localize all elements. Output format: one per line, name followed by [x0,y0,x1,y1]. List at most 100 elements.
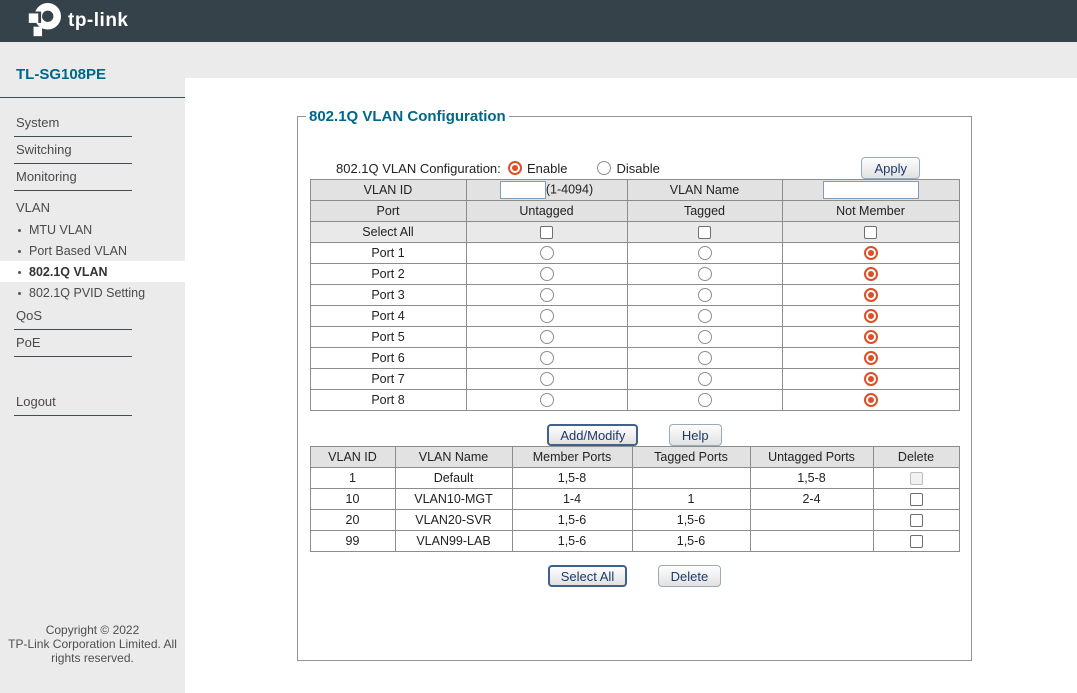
port-5-tagged-radio[interactable] [698,330,712,344]
port-untagged-cell [466,390,627,411]
port-untagged-cell [466,243,627,264]
vlan-config-panel: 802.1Q VLAN Configuration 802.1Q VLAN Co… [297,108,972,661]
sidebar-section-vlan: VLAN [0,191,185,219]
port-not-member-cell [782,306,959,327]
port-8-untagged-radio[interactable] [540,393,554,407]
vlan-untagged-cell: 1,5-8 [750,468,873,489]
delete-button[interactable]: Delete [658,565,722,587]
port-1-not-member-radio[interactable] [864,246,878,260]
vlan-name-cell: VLAN99-LAB [395,531,512,552]
port-1-tagged-radio[interactable] [698,246,712,260]
sidebar-item-switching[interactable]: Switching [0,137,185,158]
disable-option[interactable]: Disable [597,161,659,176]
port-6-untagged-radio[interactable] [540,351,554,365]
port-2-tagged-radio[interactable] [698,267,712,281]
port-8-tagged-radio[interactable] [698,393,712,407]
sidebar-item-mtu-vlan[interactable]: MTU VLAN [0,219,185,240]
port-3-tagged-radio[interactable] [698,288,712,302]
disable-radio[interactable] [597,161,611,175]
vlan-list-header-untagged: Untagged Ports [750,447,873,468]
vlan-vlan-id-cell: 10 [310,489,395,510]
sidebar-item-label: 802.1Q VLAN [29,265,108,279]
enable-radio[interactable] [508,161,522,175]
vlan-row: 20VLAN20-SVR1,5-61,5-6 [310,510,959,531]
port-4-not-member-radio[interactable] [864,309,878,323]
port-7-untagged-radio[interactable] [540,372,554,386]
port-5-untagged-radio[interactable] [540,330,554,344]
vlan-member-cell: 1,5-6 [512,531,632,552]
enable-option[interactable]: Enable [508,161,567,176]
sidebar-item-port-based-vlan[interactable]: Port Based VLAN [0,240,185,261]
vlan-untagged-cell: 2-4 [750,489,873,510]
vlan-member-cell: 1,5-8 [512,468,632,489]
select-all-not-member-checkbox[interactable] [864,226,877,239]
sidebar: TL-SG108PE SystemSwitchingMonitoringVLAN… [0,42,185,693]
port-3-untagged-radio[interactable] [540,288,554,302]
add-modify-button[interactable]: Add/Modify [547,424,638,446]
vlan-id-input[interactable] [500,181,546,199]
port-tagged-cell [627,348,782,369]
port-untagged-cell [466,285,627,306]
port-label-cell: Port 2 [310,264,466,285]
vlan-list-header-member: Member Ports [512,447,632,468]
port-not-member-cell [782,327,959,348]
enable-row: 802.1Q VLAN Configuration: Enable Disabl… [336,157,920,179]
vlan-id-input-cell: (1-4094) [466,180,627,201]
port-6-tagged-radio[interactable] [698,351,712,365]
port-7-not-member-radio[interactable] [864,372,878,386]
port-tagged-cell [627,243,782,264]
sidebar-item-system[interactable]: System [0,110,185,131]
bullet-icon [18,292,21,295]
port-tagged-cell [627,390,782,411]
port-3-not-member-radio[interactable] [864,288,878,302]
copyright-line-2: TP-Link Corporation Limited. All [0,637,185,651]
nav-divider [14,415,132,416]
select-all-not-member-cell [782,222,959,243]
vlan-list-header-name: VLAN Name [395,447,512,468]
help-button[interactable]: Help [669,424,722,446]
sidebar-item-label: MTU VLAN [29,223,92,237]
sidebar-item-802-1q-vlan[interactable]: 802.1Q VLAN [0,261,185,282]
port-6-not-member-radio[interactable] [864,351,878,365]
select-all-untagged-checkbox[interactable] [540,226,553,239]
port-4-untagged-radio[interactable] [540,309,554,323]
port-5-not-member-radio[interactable] [864,330,878,344]
sidebar-item-logout[interactable]: Logout [0,389,185,410]
vlan-id-range-hint: (1-4094) [546,182,593,196]
select-all-tagged-checkbox[interactable] [698,226,711,239]
sidebar-item-poe[interactable]: PoE [0,330,185,351]
port-2-not-member-radio[interactable] [864,267,878,281]
port-7-tagged-radio[interactable] [698,372,712,386]
port-row: Port 3 [310,285,959,306]
vlan-delete-cell [873,468,959,489]
port-tagged-cell [627,264,782,285]
copyright-text: Copyright © 2022 TP-Link Corporation Lim… [0,623,185,665]
port-label-cell: Port 8 [310,390,466,411]
sidebar-item-monitoring[interactable]: Monitoring [0,164,185,185]
port-8-not-member-radio[interactable] [864,393,878,407]
port-4-tagged-radio[interactable] [698,309,712,323]
copyright-line-1: Copyright © 2022 [0,623,185,637]
select-all-button[interactable]: Select All [548,565,627,587]
vlan-name-input[interactable] [823,181,919,199]
sidebar-item-802-1q-pvid-setting[interactable]: 802.1Q PVID Setting [0,282,185,303]
vlan-tagged-cell: 1,5-6 [632,531,750,552]
port-untagged-cell [466,306,627,327]
apply-button[interactable]: Apply [861,157,920,179]
port-1-untagged-radio[interactable] [540,246,554,260]
delete-vlan-20-checkbox[interactable] [910,514,923,527]
vlan-delete-cell [873,489,959,510]
main-content: 802.1Q VLAN Configuration 802.1Q VLAN Co… [185,78,1077,693]
sidebar-item-qos[interactable]: QoS [0,303,185,324]
select-all-tagged-cell [627,222,782,243]
vlan-id-label-cell: VLAN ID [310,180,466,201]
vlan-delete-cell [873,531,959,552]
port-row: Port 8 [310,390,959,411]
select-all-row-label: Select All [310,222,466,243]
delete-vlan-99-checkbox[interactable] [910,535,923,548]
delete-vlan-10-checkbox[interactable] [910,493,923,506]
col-header-port: Port [310,201,466,222]
port-untagged-cell [466,264,627,285]
vlan-row: 99VLAN99-LAB1,5-61,5-6 [310,531,959,552]
port-2-untagged-radio[interactable] [540,267,554,281]
